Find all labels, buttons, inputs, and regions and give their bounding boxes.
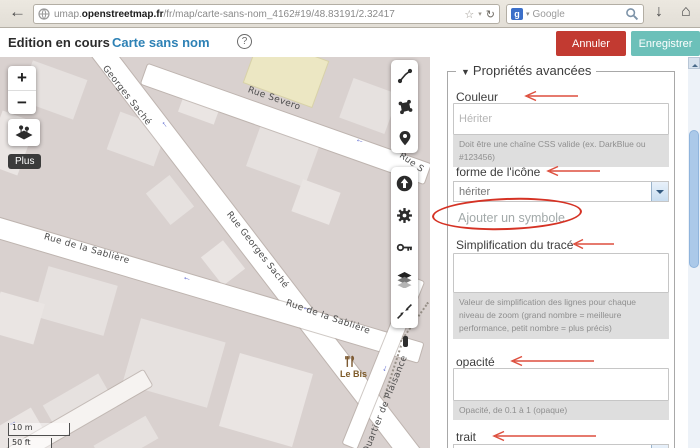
bookmark-star-icon[interactable]: ☆ bbox=[464, 8, 474, 21]
umap-header: Edition en cours Carte sans nom ? Annule… bbox=[0, 28, 700, 57]
draw-polygon-icon[interactable] bbox=[397, 99, 413, 115]
opacite-label: opacité bbox=[456, 355, 495, 369]
layers-tooltip: Plus bbox=[8, 154, 41, 169]
trait-label: trait bbox=[456, 430, 476, 444]
panel-scrollbar[interactable] bbox=[688, 57, 700, 448]
building bbox=[146, 175, 194, 225]
umap-editor-window: ← umap.openstreetmap.fr/fr/map/carte-san… bbox=[0, 0, 700, 448]
map-name-link[interactable]: Carte sans nom bbox=[112, 35, 210, 50]
couleur-label: Couleur bbox=[456, 90, 498, 104]
home-icon[interactable]: ⌂ bbox=[681, 3, 691, 21]
zoom-control: + − bbox=[8, 66, 36, 114]
edit-toolbar bbox=[391, 167, 418, 328]
help-icon[interactable]: ? bbox=[237, 34, 252, 49]
building bbox=[291, 179, 340, 225]
annotation-arrow-icon bbox=[566, 237, 616, 251]
reload-icon[interactable]: ↻ bbox=[486, 8, 495, 21]
search-engine-icon[interactable]: g bbox=[511, 8, 523, 20]
scale-metric: 10 m bbox=[8, 423, 70, 436]
simplification-input[interactable] bbox=[453, 253, 669, 293]
cancel-button[interactable]: Annuler bbox=[556, 31, 626, 56]
save-button[interactable]: Enregistrer bbox=[631, 31, 700, 56]
trait-select[interactable]: hériter bbox=[453, 444, 669, 448]
building bbox=[94, 416, 159, 448]
scrollbar-thumb[interactable] bbox=[689, 130, 699, 268]
zoom-extent-icon[interactable] bbox=[396, 303, 413, 320]
annotation-arrow-icon bbox=[504, 354, 596, 368]
annotation-arrow-icon bbox=[540, 164, 602, 178]
magnifier-icon[interactable] bbox=[625, 7, 639, 21]
search-engine-caret-icon[interactable]: ▾ bbox=[526, 10, 530, 18]
simplification-help: Valeur de simplification des lignes pour… bbox=[453, 293, 669, 339]
couleur-help: Doit être une chaîne CSS valide (ex. Dar… bbox=[453, 135, 669, 167]
zoom-in-button[interactable]: + bbox=[8, 66, 36, 90]
map-canvas[interactable]: ← ← ← ← ← ← Georges Saché Rue Severo Rue… bbox=[0, 57, 430, 448]
restaurant-icon bbox=[344, 355, 355, 368]
settings-gear-icon[interactable] bbox=[396, 207, 413, 224]
back-icon[interactable]: ← bbox=[9, 2, 26, 22]
building bbox=[339, 78, 398, 134]
zoom-out-button[interactable]: − bbox=[8, 90, 36, 114]
simplification-label: Simplification du tracé bbox=[456, 238, 573, 252]
poi-label: Le Bis bbox=[340, 369, 367, 379]
advanced-properties-legend[interactable]: ▼Propriétés avancées bbox=[456, 63, 596, 78]
url-text: umap.openstreetmap.fr/fr/map/carte-sans-… bbox=[54, 9, 460, 20]
select-caret-icon[interactable] bbox=[651, 182, 668, 201]
import-upload-icon[interactable] bbox=[396, 175, 413, 192]
url-dropdown-icon[interactable]: ▾ bbox=[478, 10, 482, 18]
tile-layers-button[interactable] bbox=[8, 119, 40, 146]
building bbox=[122, 318, 225, 408]
traffic-signal-icon bbox=[403, 336, 408, 347]
opacite-input[interactable] bbox=[453, 368, 669, 401]
draw-toolbar bbox=[391, 60, 418, 153]
building bbox=[219, 353, 313, 447]
search-placeholder: Google bbox=[533, 9, 625, 20]
couleur-input[interactable] bbox=[453, 103, 669, 135]
properties-panel: ▼Propriétés avancées Couleur Doit être u… bbox=[430, 57, 688, 448]
browser-toolbar: ← umap.openstreetmap.fr/fr/map/carte-san… bbox=[0, 0, 700, 28]
edit-status-label: Edition en cours bbox=[8, 35, 110, 50]
scrollbar-up-icon[interactable] bbox=[688, 57, 700, 69]
search-input[interactable]: g ▾ Google bbox=[506, 4, 644, 24]
scale-bar: 10 m 50 ft bbox=[8, 423, 70, 448]
layers-stack-icon[interactable] bbox=[396, 271, 413, 288]
globe-icon bbox=[38, 8, 50, 20]
downloads-icon[interactable]: ↓ bbox=[655, 3, 663, 21]
advanced-properties-fieldset: ▼Propriétés avancées Couleur Doit être u… bbox=[447, 71, 675, 448]
annotation-arrow-icon bbox=[486, 429, 598, 443]
street-label: Rue Georges Saché bbox=[224, 210, 290, 291]
annotation-arrow-icon bbox=[518, 89, 580, 103]
draw-marker-icon[interactable] bbox=[397, 130, 413, 146]
opacite-help: Opacité, de 0.1 à 1 (opaque) bbox=[453, 401, 669, 420]
forme-icone-label: forme de l'icône bbox=[456, 165, 540, 179]
address-bar[interactable]: umap.openstreetmap.fr/fr/map/carte-sans-… bbox=[33, 4, 500, 24]
collapse-caret-icon[interactable]: ▼ bbox=[461, 67, 470, 77]
layers-pins-icon bbox=[14, 124, 34, 141]
draw-polyline-icon[interactable] bbox=[397, 68, 413, 84]
scale-imperial: 50 ft bbox=[8, 438, 52, 448]
permissions-key-icon[interactable] bbox=[396, 239, 413, 256]
building bbox=[34, 266, 118, 336]
